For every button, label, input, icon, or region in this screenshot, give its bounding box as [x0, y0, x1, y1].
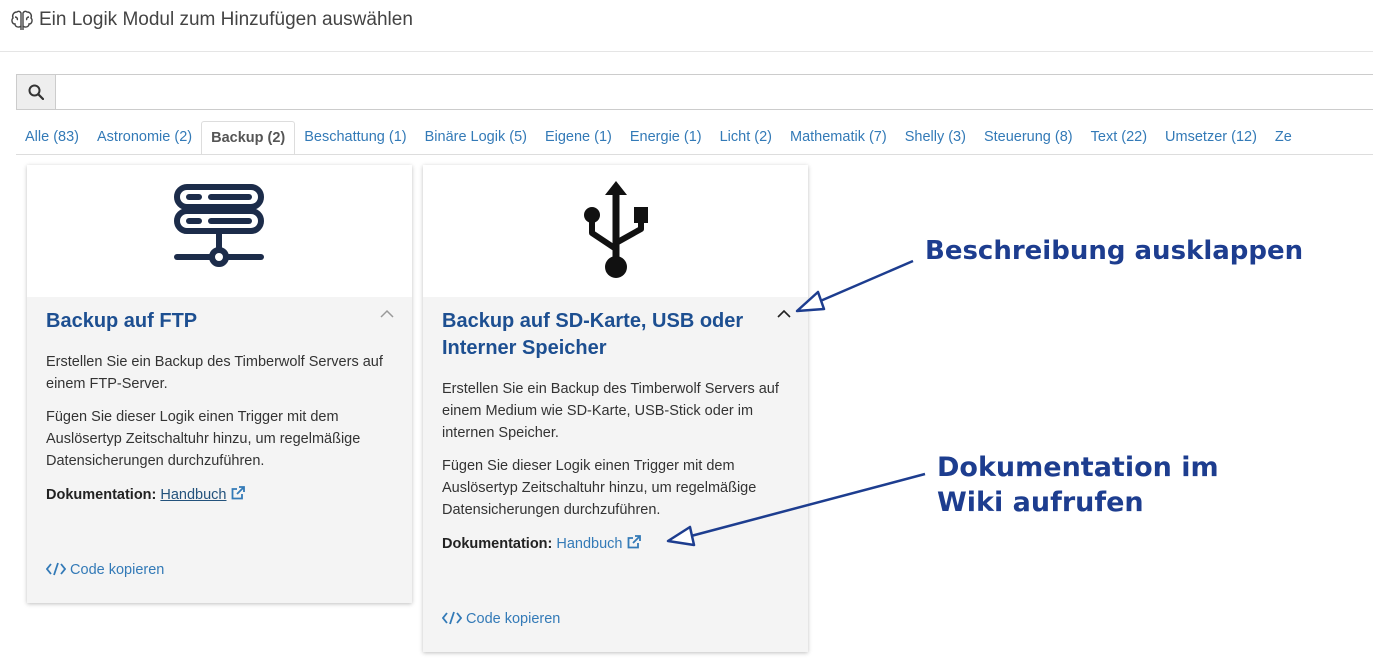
tab-beschattung[interactable]: Beschattung (1) [295, 121, 415, 153]
search-input[interactable] [56, 75, 1366, 109]
usb-icon [581, 179, 651, 288]
dialog-header: Ein Logik Modul zum Hinzufügen auswählen [0, 0, 1373, 52]
chevron-up-icon[interactable] [379, 306, 395, 322]
external-link-icon[interactable] [627, 535, 641, 552]
tab-eigene[interactable]: Eigene (1) [536, 121, 621, 153]
category-tabs: Alle (83) Astronomie (2) Backup (2) Beschat… [16, 121, 1373, 155]
tab-umsetzer[interactable]: Umsetzer (12) [1156, 121, 1266, 153]
card-description-trigger: Fügen Sie dieser Logik einen Trigger mit… [442, 458, 757, 518]
card-image-area [423, 165, 808, 297]
tab-text[interactable]: Text (22) [1082, 121, 1156, 153]
tab-steuerung[interactable]: Steuerung (8) [975, 121, 1082, 153]
documentation-label: Dokumentation: [442, 536, 553, 552]
card-title: Backup auf SD-Karte, USB oder Interner S… [442, 310, 744, 359]
card-description: Erstellen Sie ein Backup des Timberwolf … [442, 381, 779, 441]
card-description-trigger: Fügen Sie dieser Logik einen Trigger mit… [46, 409, 361, 469]
handbuch-link-label: Handbuch [556, 536, 623, 552]
server-network-icon [173, 183, 265, 276]
card-image-area [27, 165, 412, 297]
search-bar [16, 74, 1373, 110]
copy-code-label: Code kopieren [466, 611, 561, 627]
annotation-expand-description: Beschreibung ausklappen [925, 236, 1304, 266]
handbuch-link[interactable]: Handbuch [160, 487, 226, 503]
annotation-docs-line2: Wiki aufrufen [937, 487, 1144, 518]
tab-backup[interactable]: Backup (2) [201, 121, 296, 154]
handbuch-link[interactable]: Handbuch [556, 536, 622, 552]
documentation-label: Dokumentation: [46, 487, 157, 503]
chevron-up-icon[interactable] [776, 306, 792, 322]
card-description: Erstellen Sie ein Backup des Timberwolf … [46, 354, 383, 392]
copy-code-button[interactable]: Code kopieren [45, 562, 165, 578]
documentation-row: Dokumentation: Handbuch [46, 486, 245, 503]
logic-card-ftp[interactable]: Backup auf FTP Erstellen Sie ein Backup … [27, 165, 412, 603]
tab-binaere-logik[interactable]: Binäre Logik (5) [416, 121, 536, 153]
tab-energie[interactable]: Energie (1) [621, 121, 711, 153]
code-icon [45, 562, 67, 578]
search-addon [17, 75, 56, 109]
tab-ze[interactable]: Ze [1266, 121, 1301, 153]
annotation-docs-line1: Dokumentation im [937, 452, 1219, 483]
tab-mathematik[interactable]: Mathematik (7) [781, 121, 896, 153]
handbuch-link-label: Handbuch [160, 487, 227, 503]
copy-code-label: Code kopieren [70, 562, 165, 578]
tab-astronomie[interactable]: Astronomie (2) [88, 121, 201, 153]
page-title: Ein Logik Modul zum Hinzufügen auswählen [39, 9, 413, 30]
tab-alle[interactable]: Alle (83) [16, 121, 88, 153]
tab-shelly[interactable]: Shelly (3) [896, 121, 975, 153]
arrow-expand-line [817, 259, 914, 304]
brain-icon [10, 9, 34, 36]
documentation-row: Dokumentation: Handbuch [442, 535, 641, 552]
code-icon [441, 611, 463, 627]
tab-licht[interactable]: Licht (2) [711, 121, 781, 153]
card-title: Backup auf FTP [46, 310, 198, 332]
logic-card-sd-usb[interactable]: Backup auf SD-Karte, USB oder Interner S… [423, 165, 808, 652]
copy-code-button[interactable]: Code kopieren [441, 611, 561, 627]
external-link-icon[interactable] [231, 486, 245, 503]
